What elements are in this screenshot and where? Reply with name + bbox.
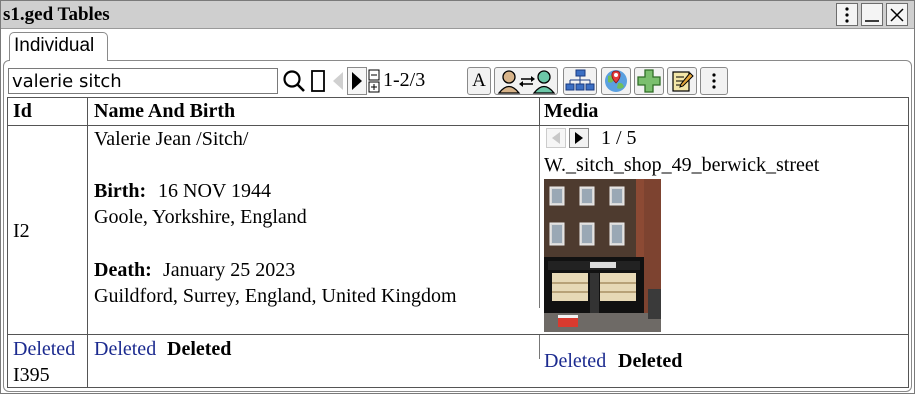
font-icon: A bbox=[472, 70, 486, 91]
row-id[interactable]: I2 bbox=[13, 218, 30, 244]
family-tree-button[interactable] bbox=[563, 67, 597, 95]
column-divider bbox=[539, 335, 540, 359]
media-next-button[interactable] bbox=[569, 128, 589, 148]
map-pin-icon bbox=[605, 70, 627, 92]
next-icon bbox=[352, 72, 362, 90]
result-count: 1-2/3 bbox=[383, 69, 426, 91]
more-menu-button[interactable] bbox=[700, 67, 728, 95]
tab-individual[interactable]: Individual bbox=[9, 32, 108, 61]
previous-icon bbox=[333, 72, 343, 90]
add-icon bbox=[637, 69, 661, 93]
column-header-id[interactable]: Id bbox=[13, 100, 32, 123]
window-menu-button[interactable] bbox=[836, 3, 858, 26]
column-divider bbox=[539, 97, 540, 126]
swap-persons-button[interactable] bbox=[494, 67, 558, 95]
media-deleted-text: Deleted bbox=[618, 350, 683, 372]
row-divider bbox=[7, 334, 909, 335]
media-previous-button[interactable] bbox=[546, 128, 566, 148]
birth-label: Birth: bbox=[94, 180, 147, 202]
swap-persons-icon bbox=[497, 70, 556, 94]
previous-icon bbox=[552, 132, 560, 144]
title-bar[interactable]: s1.ged Tables bbox=[1, 1, 914, 29]
media-deleted-link[interactable]: Deleted bbox=[544, 348, 606, 374]
minimize-icon bbox=[865, 19, 879, 22]
column-divider bbox=[539, 126, 540, 308]
row-id-deleted-link[interactable]: Deleted bbox=[13, 336, 75, 362]
more-menu-icon bbox=[712, 73, 716, 89]
search-icon bbox=[283, 70, 305, 92]
name-deleted-text: Deleted bbox=[167, 338, 232, 360]
app-window: s1.ged Tables Individual 1-2/3 A bbox=[0, 0, 915, 394]
death-label: Death: bbox=[94, 259, 152, 281]
minimize-button[interactable] bbox=[861, 3, 883, 26]
death-place: Guildford, Surrey, England, United Kingd… bbox=[94, 285, 457, 307]
birth-date: 16 NOV 1944 bbox=[158, 180, 271, 202]
birth-place: Goole, Yorkshire, England bbox=[94, 206, 307, 228]
map-button[interactable] bbox=[601, 67, 631, 95]
next-icon bbox=[575, 132, 583, 144]
family-tree-icon bbox=[565, 69, 595, 91]
expand-collapse-icon bbox=[368, 69, 380, 93]
column-divider bbox=[87, 97, 88, 388]
column-header-name[interactable]: Name And Birth bbox=[94, 100, 235, 123]
column-header-media[interactable]: Media bbox=[544, 100, 598, 123]
search-button[interactable] bbox=[281, 67, 307, 95]
storefront-photo[interactable] bbox=[544, 179, 661, 332]
row-id[interactable]: I395 bbox=[13, 362, 50, 388]
media-filename[interactable]: W._sitch_shop_49_berwick_street bbox=[544, 152, 819, 178]
media-counter: 1 / 5 bbox=[601, 127, 637, 149]
person-name[interactable]: Valerie Jean /Sitch/ bbox=[94, 126, 248, 152]
clear-filter-button[interactable] bbox=[308, 67, 328, 95]
add-button[interactable] bbox=[634, 67, 664, 95]
edit-icon bbox=[672, 71, 694, 92]
edit-button[interactable] bbox=[667, 67, 697, 95]
close-button[interactable] bbox=[886, 3, 908, 26]
font-button[interactable]: A bbox=[467, 67, 491, 95]
window-title: s1.ged Tables bbox=[3, 4, 110, 25]
clear-filter-icon bbox=[311, 70, 325, 92]
search-input[interactable] bbox=[8, 68, 278, 94]
close-icon bbox=[890, 7, 904, 22]
death-date: January 25 2023 bbox=[163, 259, 296, 281]
next-button[interactable] bbox=[347, 67, 367, 95]
expand-collapse-button[interactable] bbox=[368, 69, 380, 93]
kebab-menu-icon bbox=[845, 6, 849, 23]
name-deleted-link[interactable]: Deleted bbox=[94, 336, 156, 362]
previous-button[interactable] bbox=[329, 67, 347, 95]
